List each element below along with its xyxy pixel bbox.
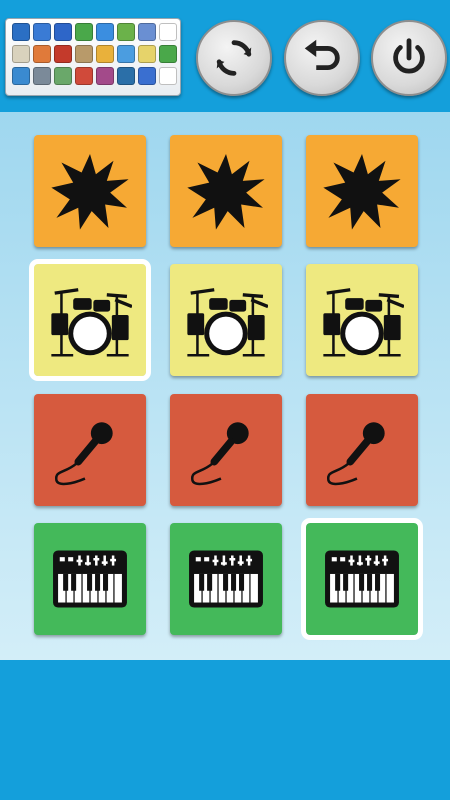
game-app-icon[interactable] [117,45,135,63]
windows-app-icon[interactable] [159,45,177,63]
apps-grid [12,23,177,87]
paint-app-icon[interactable] [33,45,51,63]
wordpress-app-icon[interactable] [117,67,135,85]
photos-app-icon[interactable] [96,45,114,63]
keyboard-synth-icon [320,537,404,621]
drum-kit-icon [48,278,132,362]
mic-tile[interactable] [34,394,146,506]
apps-panel[interactable] [5,18,181,96]
keys-tile[interactable] [34,523,146,635]
calendar-app-icon[interactable] [75,45,93,63]
bottom-area [0,660,450,800]
mic-tile[interactable] [170,394,282,506]
notes-app-icon[interactable] [138,45,156,63]
weather-app-icon[interactable] [12,45,30,63]
explosion-tile[interactable] [170,135,282,247]
keyboard-synth-icon [48,537,132,621]
explosion-icon [184,149,268,233]
browser-app-icon[interactable] [12,23,30,41]
map-app-icon[interactable] [54,67,72,85]
tool-app-icon[interactable] [138,23,156,41]
top-bar [0,0,450,112]
media-app-icon[interactable] [96,67,114,85]
keys-tile[interactable] [170,523,282,635]
drums-tile[interactable] [306,264,418,376]
checklist-app-icon[interactable] [33,23,51,41]
store-app-icon[interactable] [138,67,156,85]
mic-tile[interactable] [306,394,418,506]
power-button[interactable] [371,20,447,96]
blank-app-icon[interactable] [159,67,177,85]
undo-icon [304,39,340,70]
microphone-icon [184,408,268,492]
tasks-app-icon[interactable] [54,23,72,41]
dropbox-app-icon[interactable] [96,23,114,41]
keys-tile[interactable] [301,518,423,640]
drum-kit-icon [184,278,268,362]
undo-button[interactable] [284,20,360,96]
microphone-icon [48,408,132,492]
explosion-tile[interactable] [34,135,146,247]
world-app-icon[interactable] [12,67,30,85]
explosion-icon [320,149,404,233]
social-app-icon[interactable] [54,45,72,63]
explosion-tile[interactable] [306,135,418,247]
drums-tile[interactable] [170,264,282,376]
refresh-icon [216,40,252,76]
instrument-board [0,112,450,660]
keyboard-synth-icon [184,537,268,621]
explosion-icon [48,149,132,233]
drums-tile[interactable] [29,259,151,381]
refresh-button[interactable] [196,20,272,96]
power-icon [393,38,425,74]
placeholder-app-icon[interactable] [159,23,177,41]
settings-app-icon[interactable] [33,67,51,85]
drum-kit-icon [320,278,404,362]
evernote-app-icon[interactable] [117,23,135,41]
microphone-icon [320,408,404,492]
mail-app-icon[interactable] [75,67,93,85]
eye-app-icon[interactable] [75,23,93,41]
